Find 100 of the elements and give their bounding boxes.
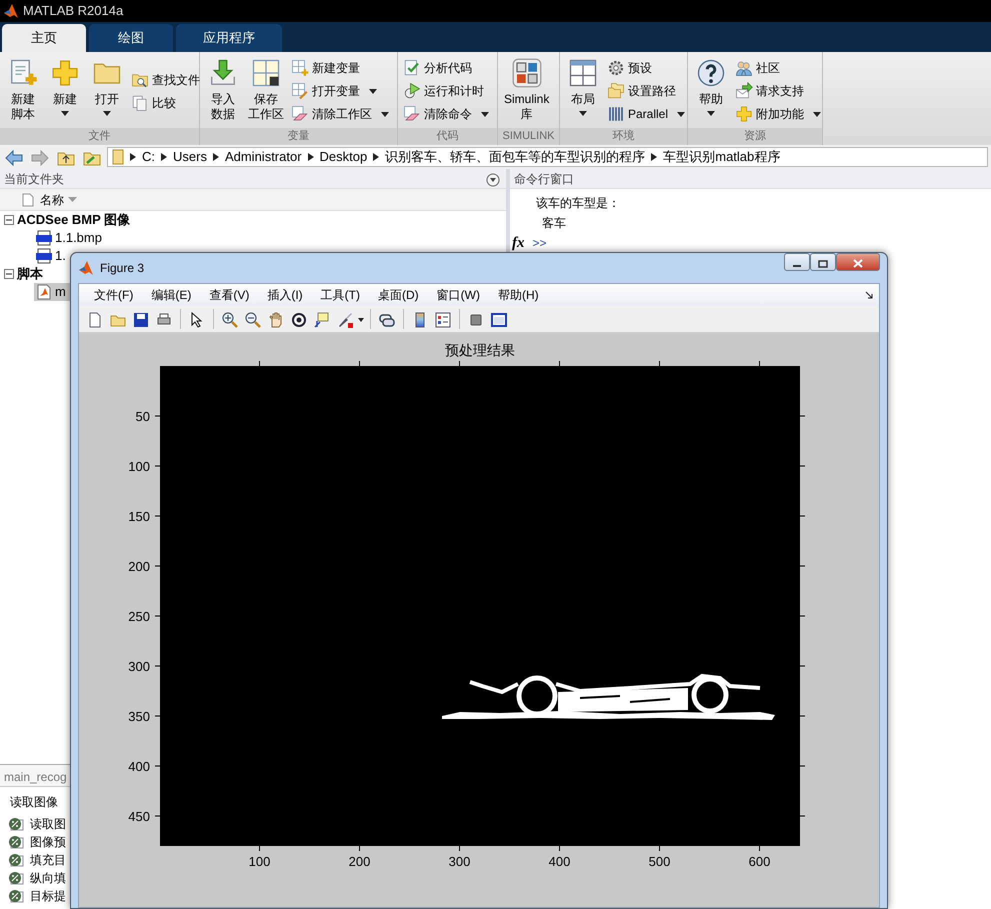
- percent-icon: [8, 871, 24, 885]
- menu-item[interactable]: 文件(F): [85, 284, 142, 306]
- grid-plus-icon: [291, 59, 309, 77]
- minimize-button[interactable]: [784, 253, 810, 271]
- group-label: 代码: [398, 128, 497, 145]
- group-label: 资源: [688, 128, 822, 145]
- ribbon-button[interactable]: 新建: [45, 56, 85, 118]
- path-segment[interactable]: 识别客车、轿车、面包车等的车型识别的程序: [385, 147, 646, 167]
- tick-label: 250: [128, 609, 150, 624]
- grid-icon: [251, 58, 281, 88]
- script-file-icon: [36, 284, 52, 300]
- ribbon-button[interactable]: 保存 工作区: [245, 56, 287, 124]
- ribbon-button[interactable]: 帮助: [691, 56, 731, 118]
- collapse-icon[interactable]: [4, 215, 14, 225]
- maximize-button[interactable]: [810, 253, 836, 271]
- axes-title: 预处理结果: [445, 342, 515, 358]
- chevron-icon: [212, 153, 219, 161]
- folder-icon: [112, 149, 124, 165]
- ribbon-button[interactable]: 运行和计时: [401, 80, 491, 102]
- ribbon-button[interactable]: 清除命令: [401, 102, 491, 126]
- ribbon-tab[interactable]: 主页: [2, 24, 86, 52]
- ribbon-button[interactable]: Simulink 库: [501, 56, 552, 124]
- ribbon-button[interactable]: 导入 数据: [203, 56, 243, 124]
- logo-icon: [78, 260, 94, 276]
- menu-item[interactable]: 查看(V): [200, 284, 258, 306]
- ribbon-button[interactable]: 分析代码: [401, 56, 491, 80]
- save-icon: [133, 312, 149, 328]
- ribbon-button[interactable]: 清除工作区: [289, 102, 391, 126]
- path-segment[interactable]: 车型识别matlab程序: [663, 147, 780, 167]
- documents-icon: [131, 94, 149, 112]
- panel-title: 当前文件夹: [4, 170, 64, 188]
- chevron-icon: [308, 153, 314, 161]
- chevron-icon: [130, 153, 136, 161]
- tick-label: 150: [128, 509, 150, 524]
- section-item[interactable]: 目标提: [30, 887, 66, 905]
- close-icon: [853, 259, 863, 268]
- menu-item[interactable]: 窗口(W): [428, 284, 489, 306]
- window-icon: [491, 312, 507, 328]
- grid-pencil-icon: [291, 82, 309, 100]
- section-item[interactable]: 读取图: [30, 815, 66, 833]
- menu-item[interactable]: 工具(T): [312, 284, 369, 306]
- tick-label: 500: [648, 854, 670, 869]
- ribbon-button[interactable]: 布局: [563, 56, 603, 118]
- ribbon-button[interactable]: 设置路径: [605, 80, 688, 102]
- ribbon-button[interactable]: 查找文件: [129, 68, 202, 91]
- tick-label: 400: [548, 854, 570, 869]
- eraser-icon: [403, 105, 421, 123]
- file-item[interactable]: 1.1.bmp: [34, 229, 106, 247]
- section-item[interactable]: 填充目: [30, 851, 66, 869]
- column-header[interactable]: 名称: [40, 190, 77, 208]
- import-arrow-icon: [208, 58, 238, 88]
- left-arrow-icon: [5, 150, 23, 166]
- folder-up-icon: [57, 150, 75, 166]
- ribbon-button[interactable]: 社区: [733, 56, 823, 80]
- ribbon-button[interactable]: Parallel: [605, 102, 688, 126]
- ribbon-button[interactable]: 预设: [605, 56, 688, 80]
- ribbon-button[interactable]: 新建变量: [289, 56, 391, 80]
- close-button[interactable]: [836, 253, 880, 271]
- function-button[interactable]: fx: [512, 232, 524, 254]
- group-label: 文件: [0, 128, 199, 145]
- vertical-bars-icon: [607, 105, 625, 123]
- path-segment[interactable]: Administrator: [224, 147, 302, 167]
- maximize-icon: [818, 260, 828, 268]
- bmp-file-icon: [36, 248, 52, 264]
- pointer-icon: [189, 312, 205, 328]
- group-label: SIMULINK: [498, 128, 559, 145]
- help-icon: [696, 58, 726, 88]
- document-plus-icon: [8, 58, 38, 88]
- path-segment[interactable]: C:: [142, 147, 155, 167]
- ribbon-tab[interactable]: 应用程序: [176, 24, 282, 52]
- ribbon-button[interactable]: 请求支持: [733, 80, 823, 102]
- layout-icon: [568, 58, 598, 88]
- path-segment[interactable]: Users: [173, 147, 207, 167]
- section-item[interactable]: 纵向填: [30, 869, 66, 887]
- menu-item[interactable]: 编辑(E): [142, 284, 200, 306]
- file-item[interactable]: m: [34, 283, 70, 301]
- file-item[interactable]: 1.: [34, 247, 70, 265]
- menu-item[interactable]: 插入(I): [258, 284, 312, 306]
- plus-icon: [50, 58, 80, 88]
- document-icon: [22, 192, 34, 206]
- panel-menu-button[interactable]: [484, 170, 502, 186]
- zoom-in-icon: [222, 312, 238, 328]
- menu-item[interactable]: 桌面(D): [368, 284, 428, 306]
- collapse-icon[interactable]: [4, 269, 14, 279]
- square-icon: [468, 312, 484, 328]
- ribbon-tab[interactable]: 绘图: [89, 24, 173, 52]
- section-item[interactable]: 图像预: [30, 833, 66, 851]
- prompt: >>: [532, 235, 547, 252]
- window-title: Figure 3: [100, 260, 146, 277]
- envelope-arrow-icon: [735, 82, 753, 100]
- tick-label: 300: [128, 659, 150, 674]
- menu-item[interactable]: 帮助(H): [488, 284, 548, 306]
- ribbon-button[interactable]: 打开变量: [289, 80, 391, 102]
- output-line: 该车的车型是：: [535, 195, 621, 212]
- ribbon-button[interactable]: 新建 脚本: [3, 56, 43, 124]
- path-segment[interactable]: Desktop: [320, 147, 368, 167]
- ribbon-button[interactable]: 附加功能: [733, 102, 823, 126]
- ribbon-button[interactable]: 打开: [87, 56, 127, 118]
- ribbon-button[interactable]: 比较: [129, 91, 202, 114]
- link-icon: [379, 312, 395, 328]
